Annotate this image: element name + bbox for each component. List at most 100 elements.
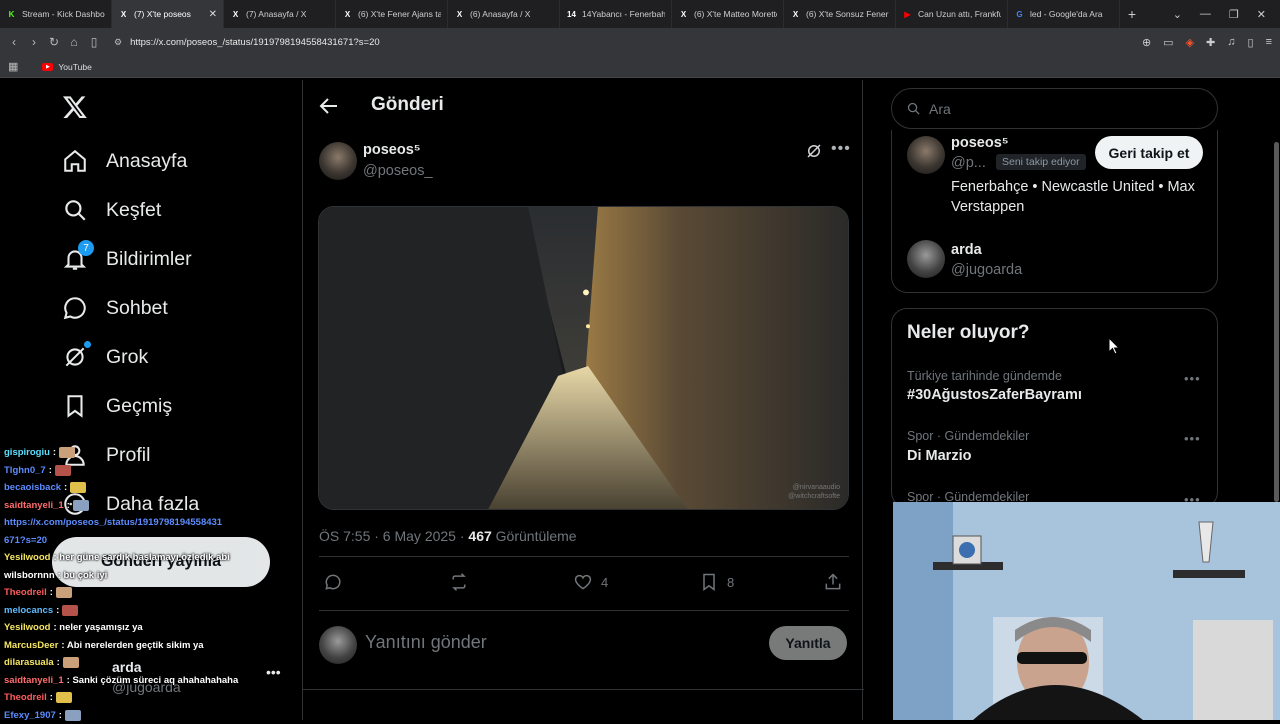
apps-grid-icon[interactable]: ▦ [8,60,18,73]
browser-tab[interactable]: X(6) X'te Fener Ajans ta [336,0,448,28]
chat-username[interactable]: melocancs [4,605,53,616]
share-action[interactable] [823,572,843,592]
browser-tab[interactable]: X(6) X'te Matteo Moretto [672,0,784,28]
site-info-icon[interactable]: ⚙ [114,37,122,48]
browser-tab[interactable]: KStream - Kick Dashbo [0,0,112,28]
chat-text: : [50,587,53,598]
reload-icon[interactable]: ↻ [44,35,64,49]
chat-username[interactable]: saidtanyeli_1 [4,500,64,511]
tab-favicon-icon: X [118,9,129,20]
tab-search-icon[interactable]: ⌄ [1173,8,1182,21]
browser-toolbar: ‹ › ↻ ⌂ ▯ ⚙ https://x.com/poseos_/status… [0,28,1280,56]
relevant-avatar[interactable] [907,240,945,278]
search-placeholder: Ara [929,101,951,117]
chat-username[interactable]: Tlghn0_7 [4,465,46,476]
tab-title: (7) X'te poseos [134,9,204,19]
follow-back-button[interactable]: Geri takip et [1095,136,1203,169]
tab-favicon-icon: X [790,9,801,20]
post-time[interactable]: ÖS 7:55 · 6 May 2025 · [319,528,468,544]
close-window-icon[interactable]: ✕ [1257,8,1266,21]
trend-more-icon[interactable]: ••• [1184,431,1201,446]
menu-icon[interactable]: ≡ [1266,36,1272,48]
post-detail-column: Gönderi poseos⁵ @poseos_ ••• @nirvanaaud… [302,80,863,720]
chat-username[interactable]: dilarasuala [4,657,54,668]
reply-action[interactable] [323,572,343,592]
browser-tab[interactable]: 1414Yabancı - Fenerbahç [560,0,672,28]
chat-username[interactable]: gispirogiu [4,447,50,458]
chat-username[interactable]: Yesilwood [4,622,50,633]
trend-item[interactable]: #30AğustosZaferBayramı [907,387,1082,403]
chat-username[interactable]: becaoisback [4,482,61,493]
relevant-avatar[interactable] [907,136,945,174]
browser-tab-bar: KStream - Kick Dashbo X (7) X'te poseos ✕ X(… [0,0,1280,28]
share-icon [823,572,843,592]
nav-item-notifications[interactable]: 7 Bildirimler [62,246,192,272]
chat-text: : [56,605,59,616]
chat-username[interactable]: wilsbornnn [4,570,55,581]
scroll-thumb[interactable] [1274,142,1279,502]
relevant-handle[interactable]: @p... [951,155,986,171]
search-input[interactable]: Ara [891,88,1218,129]
home-browser-icon[interactable]: ⌂ [64,35,84,49]
bookmark-youtube[interactable]: ▶ YouTube [42,62,91,72]
trend-more-icon[interactable]: ••• [1184,371,1201,386]
sidebar-toggle-icon[interactable]: ▯ [1248,36,1254,49]
reply-input[interactable]: Yanıtını gönder [365,632,487,653]
nav-item-explore[interactable]: Keşfet [62,197,161,223]
chat-username[interactable]: MarcusDeer [4,640,58,651]
nav-item-home[interactable]: Anasayfa [62,148,187,174]
author-avatar[interactable] [319,142,357,180]
tab-close-icon[interactable]: ✕ [209,9,217,20]
nav-item-bookmarks[interactable]: Geçmiş [62,393,172,419]
back-icon[interactable]: ‹ [4,35,24,49]
browser-tab[interactable]: Gled - Google'da Ara [1008,0,1120,28]
trend-item[interactable]: Di Marzio [907,448,971,464]
address-field[interactable]: ⚙ https://x.com/poseos_/status/191979819… [114,33,1134,51]
browser-tab[interactable]: X(7) Anasayfa / X [224,0,336,28]
alley-video-frame [319,207,848,509]
relevant-name[interactable]: poseos⁵ [951,135,1009,151]
repost-action[interactable] [449,572,469,592]
chat-username[interactable]: 671?s=20 [4,535,47,546]
extensions-icon[interactable]: ✚ [1206,36,1215,49]
chat-username[interactable]: Yesilwood [4,552,50,563]
new-tab-button[interactable]: + [1120,6,1144,22]
brave-shield-icon[interactable]: ◈ [1186,36,1194,49]
bookmark-page-icon[interactable]: ▯ [84,35,104,49]
grok-explain-icon[interactable] [805,142,823,160]
media-icon[interactable]: ♫ [1227,36,1235,48]
minimize-icon[interactable]: — [1200,8,1211,20]
back-arrow-icon[interactable] [317,94,341,118]
chat-username[interactable]: Theodreil [4,587,47,598]
cast-icon[interactable]: ▭ [1163,36,1173,49]
browser-tab[interactable]: X(6) Anasayfa / X [448,0,560,28]
relevant-name[interactable]: arda [951,242,982,258]
search-icon [906,101,921,116]
post-more-icon[interactable]: ••• [831,140,851,158]
toolbar-right: ⊕ ▭ ◈ ✚ ♫ ▯ ≡ [1142,28,1272,56]
bookmark-action[interactable]: 8 [699,572,734,592]
like-action[interactable]: 4 [573,572,608,592]
divider [319,610,849,611]
grok-icon [62,344,88,370]
nav-item-grok[interactable]: Grok [62,344,148,370]
reply-button[interactable]: Yanıtla [769,626,847,660]
x-logo-icon[interactable] [62,94,90,122]
mouse-cursor-icon [1108,337,1120,355]
forward-icon[interactable]: › [24,35,44,49]
maximize-icon[interactable]: ❐ [1229,8,1239,21]
author-handle[interactable]: @poseos_ [363,163,433,179]
relevant-handle[interactable]: @jugoarda [951,262,1022,278]
page-scrollbar[interactable] [1272,82,1280,502]
chat-username[interactable]: Theodreil [4,692,47,703]
chat-username[interactable]: https://x.com/poseos_/status/19197981945… [4,517,222,528]
chat-username[interactable]: Efexy_1907 [4,710,56,721]
post-video[interactable]: @nirvanaaudio@witchcraftsofte [318,206,849,510]
author-name[interactable]: poseos⁵ [363,142,421,158]
chat-username[interactable]: saidtanyeli_1 [4,675,64,686]
nav-item-chat[interactable]: Sohbet [62,295,168,321]
browser-tab[interactable]: ▶Can Uzun attı, Frankfu [896,0,1008,28]
zoom-icon[interactable]: ⊕ [1142,36,1151,49]
browser-tab[interactable]: X(6) X'te Sonsuz Fener [784,0,896,28]
browser-tab[interactable]: X (7) X'te poseos ✕ [112,0,224,28]
